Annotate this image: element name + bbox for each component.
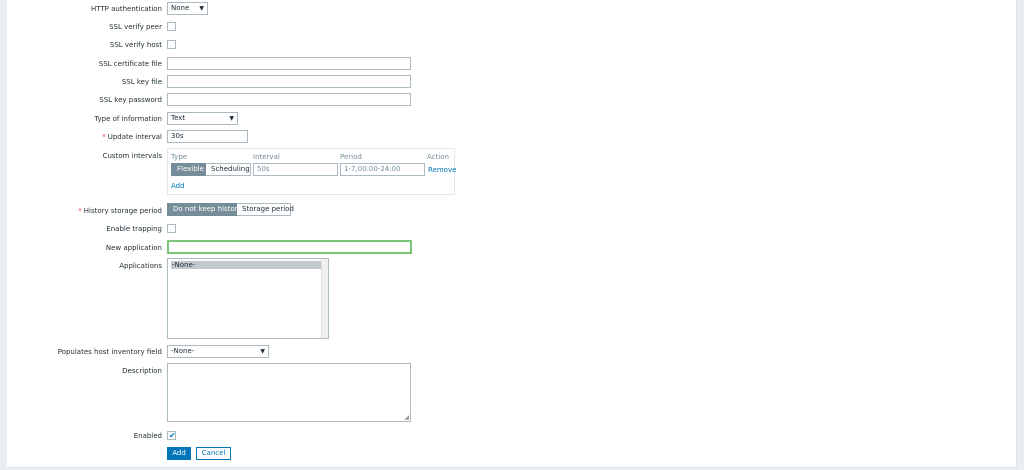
enabled-label: Enabled	[133, 432, 162, 440]
populates-inventory-label: Populates host inventory field	[57, 348, 162, 356]
applications-scrollbar[interactable]	[321, 259, 328, 338]
custom-intervals-header-action: Action	[427, 153, 449, 161]
update-interval-label: * Update interval	[102, 132, 162, 142]
ssl-verify-peer-label: SSL verify peer	[109, 23, 162, 31]
http-auth-select[interactable]: None ▼	[167, 2, 208, 15]
chevron-down-icon: ▼	[260, 348, 265, 355]
required-mark: *	[78, 207, 82, 215]
enable-trapping-label: Enable trapping	[106, 225, 162, 233]
custom-intervals-header-period: Period	[340, 153, 362, 161]
applications-label: Applications	[119, 262, 162, 270]
ssl-key-password-label: SSL key password	[99, 96, 162, 104]
history-storage-toggle: Do not keep history Storage period	[167, 203, 294, 216]
description-textarea[interactable]: ◢	[167, 363, 411, 422]
populates-inventory-value: -None-	[171, 347, 195, 355]
custom-period-input[interactable]: 1-7,00:00-24:00	[340, 163, 425, 176]
http-auth-label: HTTP authentication	[90, 5, 162, 13]
enable-trapping-checkbox[interactable]	[167, 224, 176, 233]
custom-interval-type-toggle: Flexible Scheduling	[171, 163, 251, 176]
ssl-key-file-label: SSL key file	[121, 78, 162, 86]
ssl-cert-file-label: SSL certificate file	[98, 60, 162, 68]
type-of-information-value: Text	[171, 114, 186, 122]
check-icon: ✔	[169, 431, 176, 440]
resize-grip-icon[interactable]: ◢	[404, 415, 409, 421]
do-not-keep-history-option[interactable]: Do not keep history	[167, 203, 242, 216]
scheduling-option[interactable]: Scheduling	[206, 163, 251, 176]
chevron-down-icon: ▼	[229, 115, 234, 122]
type-of-information-select[interactable]: Text ▼	[167, 112, 238, 125]
ssl-verify-host-label: SSL verify host	[109, 41, 162, 49]
form-panel	[7, 0, 1017, 468]
applications-option-none[interactable]: -None-	[171, 261, 321, 269]
ssl-cert-file-input[interactable]	[167, 57, 411, 70]
type-of-information-label: Type of information	[94, 115, 162, 123]
cancel-button[interactable]: Cancel	[196, 447, 231, 460]
custom-intervals-header-interval: Interval	[253, 153, 280, 161]
ssl-key-password-input[interactable]	[167, 93, 411, 106]
new-application-label: New application	[105, 244, 162, 252]
add-interval-link[interactable]: Add	[171, 181, 185, 191]
ssl-key-file-input[interactable]	[167, 75, 411, 88]
new-application-input[interactable]	[167, 240, 412, 254]
flexible-option[interactable]: Flexible	[171, 163, 206, 176]
http-auth-value: None	[171, 4, 190, 12]
ssl-verify-host-checkbox[interactable]	[167, 40, 176, 49]
populates-inventory-select[interactable]: -None- ▼	[167, 345, 269, 358]
remove-interval-link[interactable]: Remove	[428, 165, 456, 175]
description-label: Description	[122, 367, 162, 375]
applications-listbox[interactable]: -None-	[167, 258, 329, 339]
storage-period-option[interactable]: Storage period	[237, 203, 294, 216]
custom-interval-input[interactable]: 50s	[253, 163, 338, 176]
add-button[interactable]: Add	[167, 447, 191, 460]
update-interval-label-text: Update interval	[107, 133, 162, 141]
chevron-down-icon: ▼	[199, 5, 204, 12]
history-storage-label-text: History storage period	[83, 207, 162, 215]
ssl-verify-peer-checkbox[interactable]	[167, 22, 176, 31]
required-mark: *	[102, 133, 106, 141]
history-storage-label: * History storage period	[78, 206, 162, 216]
custom-intervals-label: Custom intervals	[102, 152, 162, 160]
custom-intervals-header-type: Type	[171, 153, 188, 161]
enabled-checkbox[interactable]: ✔	[167, 431, 176, 440]
update-interval-input[interactable]: 30s	[167, 130, 248, 143]
